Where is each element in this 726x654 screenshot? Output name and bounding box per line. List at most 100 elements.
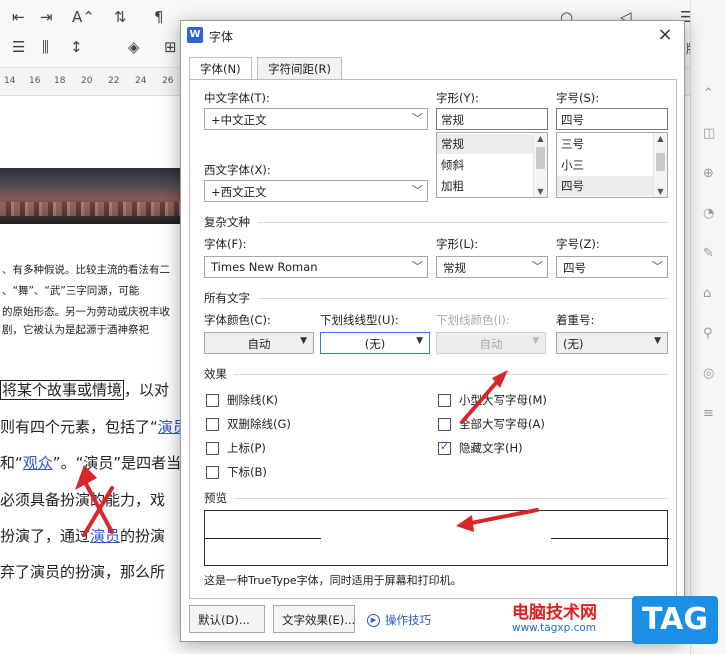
small-caps-checkbox[interactable]: 小型大写字母(M) [438, 392, 547, 408]
close-icon[interactable]: × [654, 24, 676, 45]
list-item[interactable]: 常规 [437, 134, 534, 154]
checkbox-box[interactable] [438, 417, 451, 431]
document-image[interactable] [0, 168, 186, 224]
list-item[interactable]: 三号 [557, 134, 654, 154]
doc-text-line: 扮演了，通过演员的扮演 [0, 527, 166, 545]
hidden-text-checkbox[interactable]: 隐藏文字(H) [438, 440, 523, 456]
underline-color-label: 下划线颜色(I): [436, 313, 510, 327]
align-left-icon[interactable]: ☰ [12, 38, 25, 56]
sidebar-tool-icon[interactable]: ◎ [703, 366, 714, 381]
doc-link[interactable]: 观众 [23, 454, 53, 472]
chevron-down-icon[interactable]: ▼ [534, 187, 547, 196]
list-item[interactable]: 倾斜 [437, 155, 534, 175]
font-style-input[interactable]: 常规 [436, 108, 548, 130]
preview-box [204, 510, 669, 566]
chevron-down-icon: ﹀ [412, 260, 423, 273]
scroll-up-icon[interactable]: ⌃ [703, 86, 714, 101]
wps-logo-icon: W [187, 27, 203, 43]
scroll-thumb[interactable] [536, 147, 545, 169]
chevron-up-icon[interactable]: ▲ [534, 134, 547, 143]
checkbox-box[interactable] [206, 441, 219, 455]
ruler-number: 14 [4, 76, 16, 86]
font-tab-panel: 中文字体(T): +中文正文 ﹀ 字形(Y): 常规 常规 倾斜 加粗 ▲ ▼ 字… [189, 79, 677, 599]
doc-text-line: 和“观众”。“演员”是四者当 [0, 454, 182, 472]
checkbox-box[interactable] [206, 417, 219, 431]
distributed-align-icon[interactable]: ⫼ [42, 38, 49, 56]
list-item[interactable]: 四号 [557, 176, 654, 196]
dialog-titlebar[interactable]: W 字体 × [181, 21, 684, 51]
font-size-input[interactable]: 四号 [556, 108, 668, 130]
sidebar-tool-icon[interactable]: ⚲ [703, 326, 713, 341]
all-text-section-title: 所有文字 [204, 291, 250, 305]
shading-icon[interactable]: ◈ [128, 38, 140, 56]
watermark-url: www.tagxp.com [512, 622, 596, 634]
sidebar-tool-icon[interactable]: ◔ [703, 206, 714, 221]
complex-style-label: 字形(L): [436, 237, 479, 251]
tab-font[interactable]: 字体(N) [189, 57, 252, 80]
tab-character-spacing[interactable]: 字符间距(R) [257, 57, 342, 79]
divider [234, 374, 668, 375]
tips-link[interactable]: ▶ 操作技巧 [367, 612, 431, 628]
sidebar-tool-icon[interactable]: ⌂ [703, 286, 711, 301]
checkbox-box[interactable] [206, 465, 219, 479]
line-spacing-icon[interactable]: ↕ [70, 38, 83, 56]
sidebar-tool-icon[interactable]: ⊕ [703, 166, 714, 181]
doc-text-line: 将某个故事或情境 ，以对 [0, 380, 170, 400]
font-style-list[interactable]: 常规 倾斜 加粗 ▲ ▼ [436, 132, 548, 198]
chevron-down-icon[interactable]: ▼ [654, 187, 667, 196]
chevron-down-icon: ﹀ [412, 184, 423, 197]
complex-section-title: 复杂文种 [204, 215, 250, 229]
list-item[interactable]: 加粗 [437, 176, 534, 196]
caret-down-icon: ▼ [416, 336, 423, 346]
doc-text-line: 的原始形态。另一为劳动或庆祝丰收 [2, 306, 170, 318]
list-item[interactable]: 小三 [557, 155, 654, 175]
checkbox-box-checked[interactable] [438, 440, 451, 455]
decrease-indent-icon[interactable]: ⇤ [12, 8, 25, 26]
scroll-thumb[interactable] [656, 153, 665, 171]
chinese-font-combo[interactable]: +中文正文 ﹀ [204, 108, 428, 130]
play-circle-icon: ▶ [367, 613, 380, 627]
caret-down-icon: ▼ [300, 336, 307, 346]
all-caps-checkbox[interactable]: 全部大写字母(A) [438, 416, 545, 432]
subscript-checkbox[interactable]: 下标(B) [206, 464, 267, 480]
complex-font-combo[interactable]: Times New Roman ﹀ [204, 256, 428, 278]
show-marks-icon[interactable]: ¶ [154, 8, 164, 26]
doc-text-line: 必须具备扮演的能力，戏 [0, 491, 166, 509]
scrollbar[interactable]: ▲ ▼ [653, 133, 667, 197]
doc-link[interactable]: 演员 [90, 527, 120, 545]
preview-baseline [205, 538, 321, 539]
text-effects-button[interactable]: 文字效果(E)... [273, 605, 355, 633]
font-size-list[interactable]: 三号 小三 四号 ▲ ▼ [556, 132, 668, 198]
font-color-dropdown[interactable]: 自动 ▼ [204, 332, 314, 354]
complex-font-label: 字体(F): [204, 237, 247, 251]
default-button[interactable]: 默认(D)... [189, 605, 265, 633]
sidebar-tool-icon[interactable]: ≡ [703, 406, 714, 421]
caret-down-icon: ▼ [532, 336, 539, 346]
text-direction-icon[interactable]: A⌃ [72, 8, 95, 26]
emphasis-mark-dropdown[interactable]: (无) ▼ [556, 332, 668, 354]
dialog-title: 字体 [209, 30, 234, 44]
checkbox-box[interactable] [206, 393, 219, 407]
border-icon[interactable]: ⊞ [164, 38, 177, 56]
sidebar-tool-icon[interactable]: ◫ [703, 126, 715, 141]
sidebar-tool-icon[interactable]: ✎ [703, 246, 714, 261]
chevron-up-icon[interactable]: ▲ [654, 134, 667, 143]
increase-indent-icon[interactable]: ⇥ [40, 8, 53, 26]
strikethrough-checkbox[interactable]: 删除线(K) [206, 392, 278, 408]
font-dialog: W 字体 × 字体(N) 字符间距(R) 中文字体(T): +中文正文 ﹀ 字形(… [180, 20, 685, 642]
complex-size-combo[interactable]: 四号 ﹀ [556, 256, 668, 278]
checkbox-box[interactable] [438, 393, 451, 407]
font-description: 这是一种TrueType字体，同时适用于屏幕和打印机。 [204, 574, 462, 587]
double-strikethrough-checkbox[interactable]: 双删除线(G) [206, 416, 291, 432]
ruler-number: 20 [81, 76, 93, 86]
complex-style-combo[interactable]: 常规 ﹀ [436, 256, 548, 278]
chevron-down-icon: ﹀ [412, 112, 423, 125]
western-font-combo[interactable]: +西文正文 ﹀ [204, 180, 428, 202]
preview-baseline [551, 538, 669, 539]
sort-icon[interactable]: ⇅ [114, 8, 127, 26]
superscript-checkbox[interactable]: 上标(P) [206, 440, 266, 456]
underline-style-dropdown[interactable]: (无) ▼ [320, 332, 430, 354]
preview-section-title: 预览 [204, 491, 227, 505]
boxed-text: 将某个故事或情境 [0, 380, 125, 400]
scrollbar[interactable]: ▲ ▼ [533, 133, 547, 197]
